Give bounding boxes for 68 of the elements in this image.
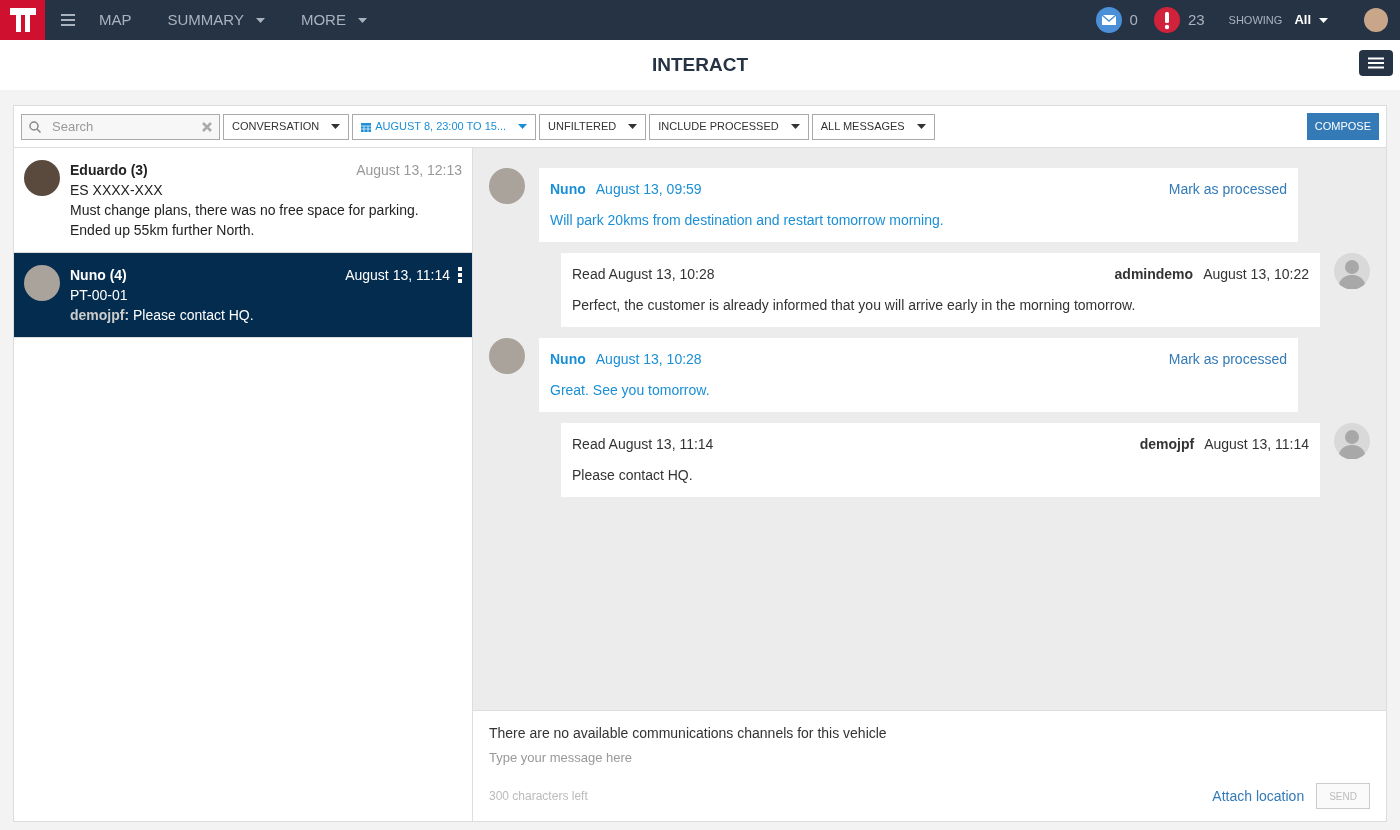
filter-dropdown[interactable]: CONVERSATION (223, 113, 350, 140)
avatar-photo (24, 160, 60, 196)
logo-icon[interactable] (0, 0, 45, 40)
caret-icon (790, 124, 800, 129)
search-icon (29, 120, 41, 133)
nav-menu-item[interactable]: SUMMARY (167, 8, 265, 32)
more-options-icon[interactable] (458, 267, 462, 283)
avatar-photo (489, 168, 525, 204)
filter-dropdown[interactable]: ALL MESSAGES (811, 113, 935, 140)
user-silhouette-icon (1334, 253, 1370, 289)
caret-icon (1319, 17, 1328, 23)
vehicle-plate: PT-00-01 (70, 286, 129, 305)
avatar-photo (24, 265, 60, 301)
message-text: Please contact HQ. (572, 466, 694, 485)
message-time: August 13, 09:59 (595, 180, 702, 199)
read-receipt: Read August 13, 11:14 (572, 435, 714, 454)
page-title: INTERACT (651, 52, 749, 77)
vehicle-plate: ES XXXX-XXX (70, 181, 164, 200)
search-field[interactable]: Search (21, 113, 220, 140)
envelope-icon[interactable] (1095, 7, 1122, 33)
menu-icon (1368, 57, 1384, 69)
nav-menu-item[interactable]: MORE (300, 8, 367, 32)
message-text: Will park 20kms from destination and restart tomorrow morning. (550, 211, 945, 230)
message-input[interactable]: Type your message here (489, 748, 1370, 772)
message-time: August 13, 10:28 (595, 350, 702, 369)
message-time: August 13, 11:14 (1204, 435, 1309, 454)
caret-icon (255, 17, 265, 23)
mark-processed-link[interactable]: Mark as processed (1168, 179, 1287, 200)
message-preview: Must change plans, there was no free space for parking. Ended up 55km further North. (70, 201, 420, 240)
mark-processed-link[interactable]: Mark as processed (1168, 349, 1287, 370)
message-time: August 13, 10:22 (1203, 265, 1309, 284)
caret-icon (357, 17, 367, 23)
filter-dropdown[interactable]: INCLUDE PROCESSED (649, 113, 809, 140)
message-preview: demojpf: Please contact HQ. (70, 306, 255, 325)
contact-name: Nuno (4) (70, 266, 127, 285)
read-receipt: Read August 13, 10:28 (572, 265, 715, 284)
attach-location-link[interactable]: Attach location (1212, 785, 1305, 807)
conversation-item[interactable]: Nuno (4) August 13, 11:14 PT-00-01 demojpf: Please contact HQ. (14, 253, 472, 338)
sender-name: Nuno (550, 350, 586, 369)
message-count: 0 (1129, 9, 1138, 30)
contact-name: Eduardo (3) (70, 161, 148, 180)
conversation-time: August 13, 12:13 (356, 161, 462, 180)
filter-dropdown[interactable]: UNFILTERED (539, 113, 647, 140)
alert-icon[interactable] (1153, 7, 1180, 33)
nav-menu-item[interactable]: MAP (99, 8, 132, 32)
alert-count: 23 (1187, 9, 1205, 30)
menu-button[interactable] (1359, 50, 1393, 76)
caret-icon (628, 124, 638, 129)
sender-name: Nuno (550, 180, 586, 199)
showing-label: SHOWING (1228, 12, 1283, 28)
message-text: Perfect, the customer is already informed that you will arrive early in the morning tomorrow. (572, 296, 1137, 315)
caret-icon (518, 124, 528, 129)
compose-button[interactable]: COMPOSE (1306, 113, 1379, 140)
menu-icon[interactable] (61, 14, 75, 26)
filter-dropdown[interactable]: AUGUST 8, 23:00 TO 15... (352, 113, 537, 140)
avatar-photo (489, 338, 525, 374)
caret-icon (916, 124, 926, 129)
caret-icon (331, 124, 341, 129)
showing-dropdown[interactable]: All (1294, 10, 1328, 30)
sender-name: admindemo (1114, 265, 1194, 284)
user-silhouette-icon (1334, 423, 1370, 459)
message-text: Great. See you tomorrow. (550, 381, 711, 400)
user-avatar[interactable] (1364, 8, 1388, 32)
character-counter: 300 characters left (489, 788, 588, 805)
conversation-time: August 13, 11:14 (345, 266, 450, 285)
calendar-icon (361, 121, 372, 132)
channel-notice: There are no available communications channels for this vehicle (489, 724, 888, 743)
sender-name: demojpf (1139, 435, 1195, 454)
